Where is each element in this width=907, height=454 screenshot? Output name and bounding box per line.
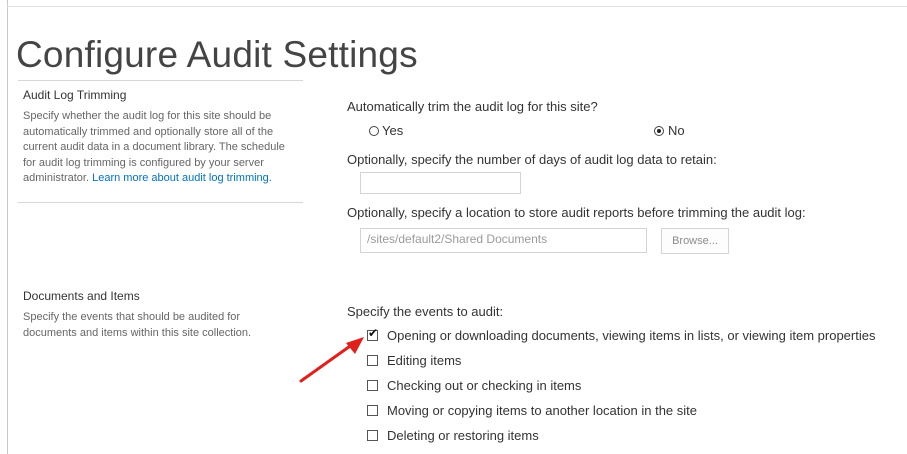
description-line: administrator. Learn more about audit lo… (23, 171, 323, 187)
days-label: Optionally, specify the number of days o… (347, 152, 717, 167)
description-line: automatically trimmed and optionally sto… (23, 125, 274, 138)
event-checkbox-opening[interactable]: ✔ (367, 326, 378, 341)
radio-yes-label[interactable]: Yes (382, 123, 403, 138)
section-divider (18, 202, 303, 203)
documents-items-description: Specify the events that should be audite… (23, 310, 323, 341)
radio-yes[interactable] (369, 126, 379, 136)
description-text: administrator. (23, 172, 90, 184)
radio-no-label[interactable]: No (668, 123, 685, 138)
page-title: Configure Audit Settings (16, 33, 418, 75)
frame-top-border (7, 6, 907, 7)
learn-more-link[interactable]: Learn more about audit log trimming. (92, 172, 272, 184)
description-line: current audit data in a document library… (23, 141, 285, 153)
events-label: Specify the events to audit: (347, 304, 504, 319)
days-input[interactable] (360, 172, 521, 194)
event-checkbox-deleting[interactable] (367, 430, 378, 441)
trim-question-label: Automatically trim the audit log for thi… (347, 99, 598, 114)
event-checkbox-moving[interactable] (367, 405, 378, 416)
audit-log-trimming-description: Specify whether the audit log for this s… (23, 109, 323, 187)
section-divider (18, 80, 303, 81)
documents-items-heading: Documents and Items (23, 289, 140, 303)
radio-no[interactable] (654, 126, 664, 136)
description-line: documents and items within this site col… (23, 326, 252, 339)
event-label-moving[interactable]: Moving or copying items to another locat… (387, 403, 697, 418)
event-label-opening[interactable]: Opening or downloading documents, viewin… (387, 328, 875, 343)
browse-button[interactable]: Browse... (661, 228, 729, 254)
red-arrow-pointer-icon (299, 337, 364, 383)
event-label-deleting[interactable]: Deleting or restoring items (387, 428, 539, 443)
location-input[interactable]: /sites/default2/Shared Documents (360, 228, 647, 253)
event-label-checkout[interactable]: Checking out or checking in items (387, 378, 581, 393)
description-line: for audit log trimming is configured by … (23, 156, 264, 169)
audit-log-trimming-heading: Audit Log Trimming (23, 88, 127, 102)
description-line: Specify whether the audit log for this s… (23, 110, 272, 122)
frame-left-border (7, 0, 8, 454)
event-checkbox-checkout[interactable] (367, 380, 378, 391)
description-line: Specify the events that should be audite… (23, 311, 241, 323)
event-checkbox-editing[interactable] (367, 355, 378, 366)
location-label: Optionally, specify a location to store … (347, 205, 806, 220)
checkmark-icon: ✔ (368, 326, 379, 340)
event-label-editing[interactable]: Editing items (387, 353, 461, 368)
